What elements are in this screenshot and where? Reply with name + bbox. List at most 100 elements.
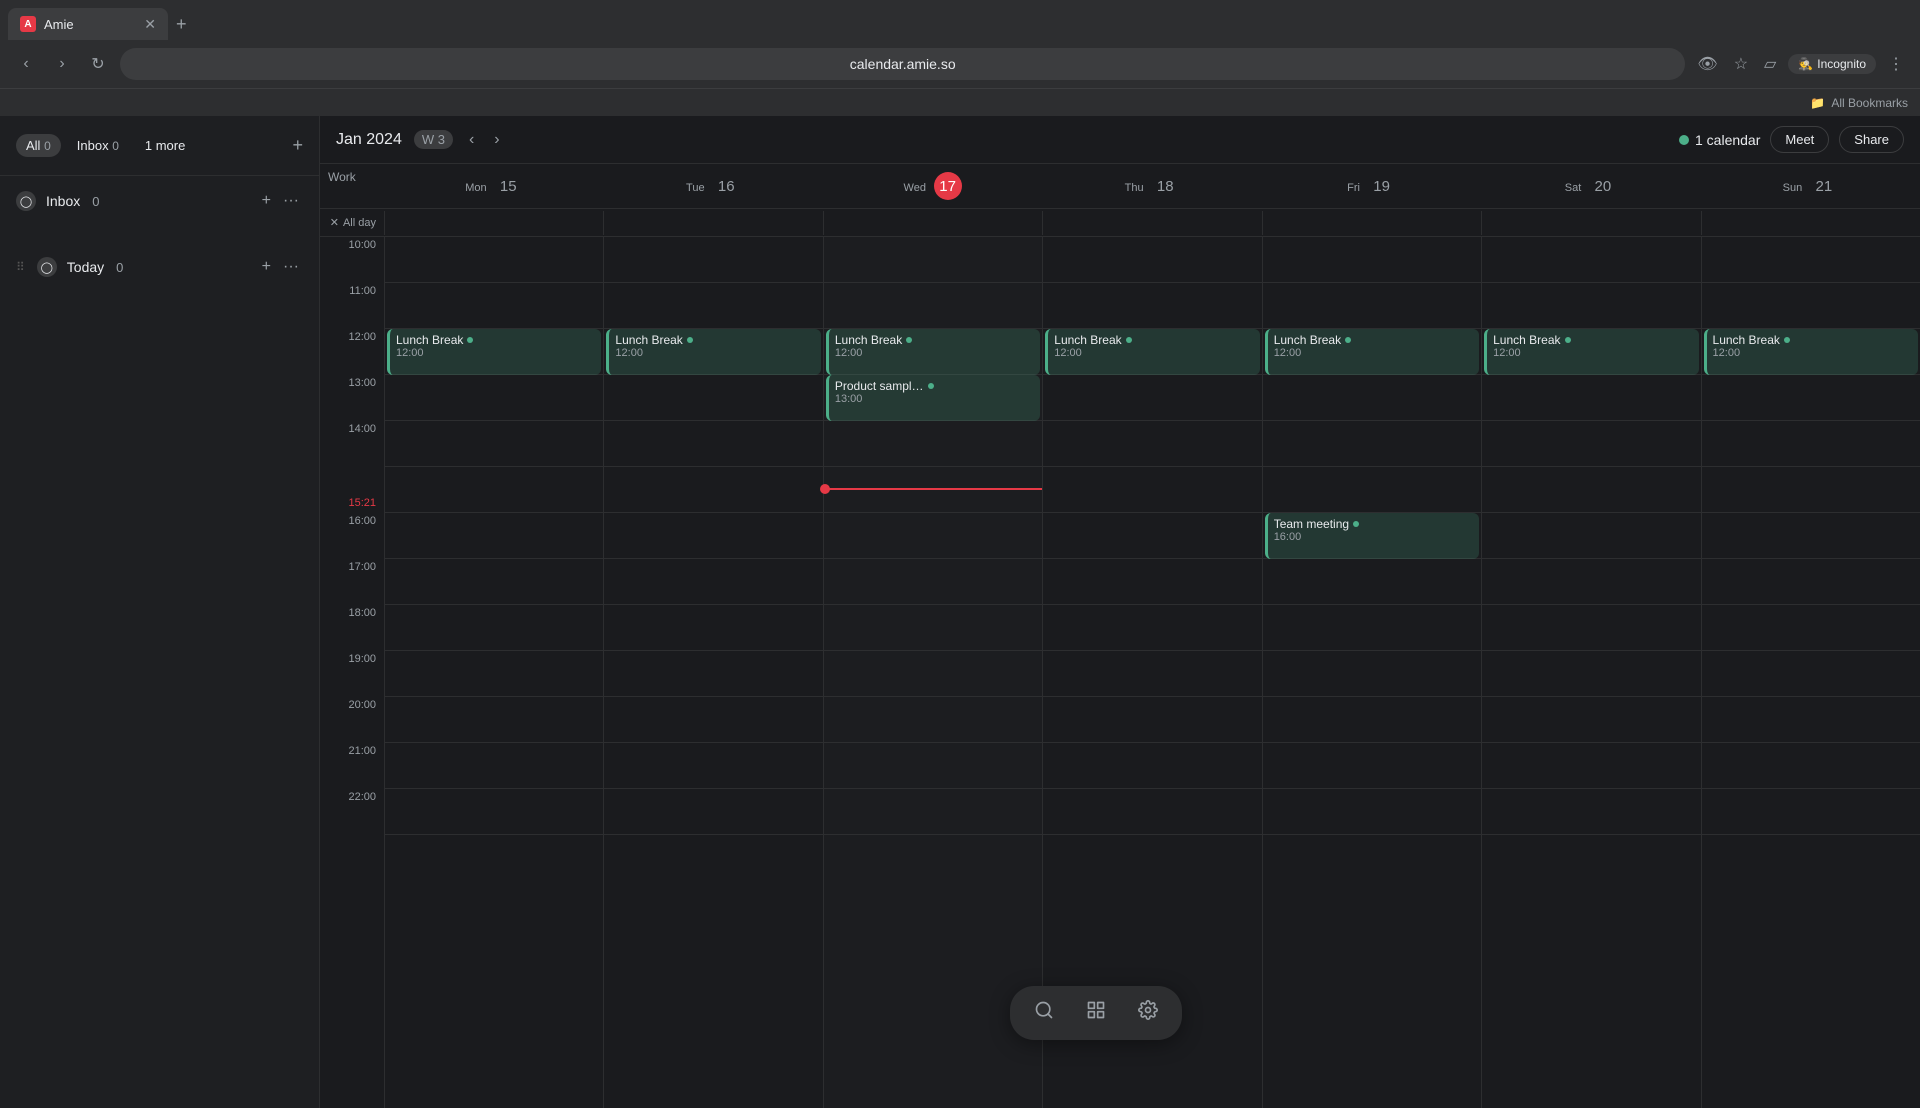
bookmarks-label[interactable]: All Bookmarks [1831, 96, 1908, 110]
layout-toolbar-button[interactable] [1082, 996, 1110, 1030]
event-wed-product[interactable]: Product sampl… 13:00 [826, 375, 1040, 421]
today-icon: ◯ [37, 257, 57, 277]
allday-cell-thu[interactable] [1042, 211, 1261, 235]
sidebar-item-today[interactable]: ◯ Today 0 + ··· [29, 250, 311, 284]
hour-sun-20 [1702, 697, 1920, 743]
event-tue-lunch[interactable]: Lunch Break 12:00 [606, 329, 820, 375]
event-sun-lunch[interactable]: Lunch Break 12:00 [1704, 329, 1918, 375]
hour-tue-21 [604, 743, 822, 789]
day-header-wed[interactable]: Wed 17 [823, 164, 1042, 208]
today-add-button[interactable]: + [258, 256, 275, 278]
sidebar-tab-more[interactable]: 1 more [135, 134, 195, 157]
event-time: 13:00 [835, 393, 1034, 405]
day-column-tue[interactable]: Lunch Break 12:00 [603, 237, 822, 1108]
hour-fri-14 [1263, 421, 1481, 467]
reload-button[interactable]: ↻ [84, 50, 112, 78]
day-column-wed[interactable]: Lunch Break 12:00 Product sampl… 13:00 [823, 237, 1042, 1108]
hour-wed-15 [824, 467, 1042, 513]
hour-sat-15 [1482, 467, 1700, 513]
hour-mon-15 [385, 467, 603, 513]
hour-thu-20 [1043, 697, 1261, 743]
allday-cell-sun[interactable] [1701, 211, 1920, 235]
current-time-line [824, 488, 1042, 490]
day-name-tue: Tue [686, 182, 705, 194]
hour-wed-11 [824, 283, 1042, 329]
day-column-fri[interactable]: Lunch Break 12:00 Team meeting 16:00 [1262, 237, 1481, 1108]
settings-toolbar-button[interactable] [1134, 996, 1162, 1030]
event-sat-lunch[interactable]: Lunch Break 12:00 [1484, 329, 1698, 375]
bookmarks-bar: 📁 All Bookmarks [0, 88, 1920, 116]
hour-sun-21 [1702, 743, 1920, 789]
day-header-tue[interactable]: Tue 16 [603, 164, 822, 208]
meet-button[interactable]: Meet [1770, 126, 1829, 153]
sidebar-tab-all[interactable]: All 0 [16, 134, 61, 157]
bookmarks-folder-icon: 📁 [1810, 96, 1825, 110]
browser-tab[interactable]: A Amie ✕ [8, 8, 168, 40]
bottom-toolbar [1010, 986, 1182, 1040]
event-mon-lunch[interactable]: Lunch Break 12:00 [387, 329, 601, 375]
inbox-more-button[interactable]: ··· [279, 190, 303, 212]
new-tab-button[interactable]: + [172, 10, 191, 39]
forward-button[interactable]: › [48, 50, 76, 78]
sidebar-toggle-icon[interactable]: ▱ [1760, 50, 1780, 78]
calendar-header: Jan 2024 W 3 ‹ › 1 calendar Meet Share [320, 116, 1920, 164]
close-allday-icon[interactable]: ✕ [330, 216, 339, 229]
event-thu-lunch[interactable]: Lunch Break 12:00 [1045, 329, 1259, 375]
day-name-fri: Fri [1347, 182, 1360, 194]
hour-fri-13 [1263, 375, 1481, 421]
day-column-thu[interactable]: Lunch Break 12:00 [1042, 237, 1261, 1108]
day-column-mon[interactable]: Lunch Break 12:00 [384, 237, 603, 1108]
inbox-add-button[interactable]: + [258, 190, 275, 212]
day-header-thu[interactable]: Thu 18 [1042, 164, 1261, 208]
allday-cell-fri[interactable] [1262, 211, 1481, 235]
app: All 0 Inbox 0 1 more + ◯ Inbox 0 + ··· [0, 116, 1920, 1108]
hour-fri-21 [1263, 743, 1481, 789]
prev-week-button[interactable]: ‹ [465, 127, 478, 153]
hour-fri-10 [1263, 237, 1481, 283]
sidebar-add-button[interactable]: + [292, 135, 303, 156]
day-header-sun[interactable]: Sun 21 [1701, 164, 1920, 208]
time-label-14: 14:00 [320, 421, 384, 467]
calendar-main: Jan 2024 W 3 ‹ › 1 calendar Meet Share W… [320, 116, 1920, 1108]
event-time: 12:00 [615, 347, 814, 359]
sidebar-tab-inbox[interactable]: Inbox 0 [67, 134, 129, 157]
event-title: Team meeting [1274, 517, 1473, 531]
hour-fri-22 [1263, 789, 1481, 835]
event-time: 12:00 [1713, 347, 1912, 359]
day-header-sat[interactable]: Sat 20 [1481, 164, 1700, 208]
back-button[interactable]: ‹ [12, 50, 40, 78]
tab-all-count: 0 [44, 139, 51, 153]
hour-tue-10 [604, 237, 822, 283]
menu-icon[interactable]: ⋮ [1884, 50, 1908, 78]
today-row: ⠿ ◯ Today 0 + ··· [0, 250, 319, 284]
event-time: 12:00 [396, 347, 595, 359]
sidebar-item-inbox[interactable]: ◯ Inbox 0 + ··· [0, 184, 319, 218]
day-header-mon[interactable]: Mon 15 [384, 164, 603, 208]
sidebar-spacer [0, 218, 319, 250]
hour-mon-22 [385, 789, 603, 835]
day-column-sat[interactable]: Lunch Break 12:00 [1481, 237, 1700, 1108]
search-toolbar-button[interactable] [1030, 996, 1058, 1030]
address-bar[interactable]: calendar.amie.so [120, 48, 1685, 80]
star-icon[interactable]: ☆ [1730, 50, 1752, 78]
allday-cell-wed[interactable] [823, 211, 1042, 235]
event-dot [1126, 337, 1132, 343]
calendar-count-label: 1 calendar [1695, 132, 1760, 148]
today-more-button[interactable]: ··· [279, 256, 303, 278]
event-fri-team[interactable]: Team meeting 16:00 [1265, 513, 1479, 559]
hour-fri-19 [1263, 651, 1481, 697]
next-week-button[interactable]: › [490, 127, 503, 153]
share-button[interactable]: Share [1839, 126, 1904, 153]
week-badge: W 3 [414, 130, 453, 149]
event-dot [1353, 521, 1359, 527]
event-wed-lunch[interactable]: Lunch Break 12:00 [826, 329, 1040, 375]
tab-close-button[interactable]: ✕ [144, 16, 156, 33]
day-column-sun[interactable]: Lunch Break 12:00 [1701, 237, 1920, 1108]
event-time: 12:00 [1054, 347, 1253, 359]
day-header-fri[interactable]: Fri 19 [1262, 164, 1481, 208]
allday-cell-sat[interactable] [1481, 211, 1700, 235]
hour-tue-18 [604, 605, 822, 651]
allday-cell-mon[interactable] [384, 211, 603, 235]
allday-cell-tue[interactable] [603, 211, 822, 235]
event-fri-lunch[interactable]: Lunch Break 12:00 [1265, 329, 1479, 375]
